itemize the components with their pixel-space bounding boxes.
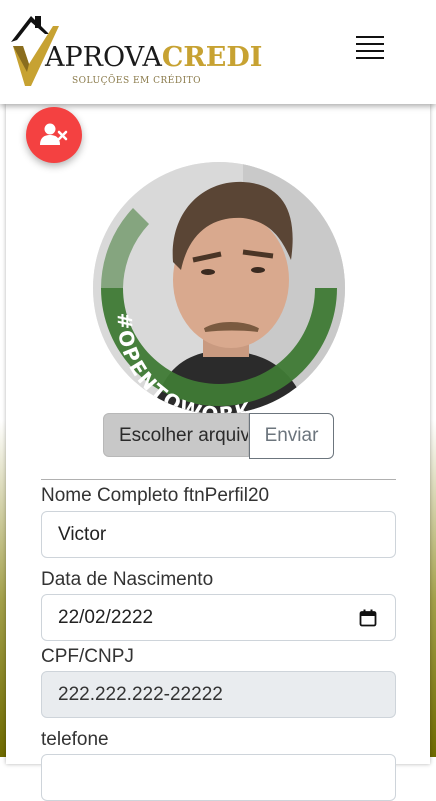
user-remove-icon <box>40 123 68 145</box>
calendar-icon[interactable] <box>359 609 377 627</box>
logo-wordmark: APROVACREDI <box>45 42 263 73</box>
profile-photo[interactable]: #OPENTOWORK <box>93 162 345 414</box>
birth-date-input[interactable]: 22/02/2222 <box>41 594 396 641</box>
cpf-cnpj-label: CPF/CNPJ <box>41 646 134 667</box>
send-button[interactable]: Enviar <box>249 413 334 459</box>
hamburger-menu-icon[interactable] <box>352 36 388 66</box>
choose-file-button[interactable]: Escolher arquivo <box>103 413 249 457</box>
birth-date-value: 22/02/2222 <box>58 607 154 628</box>
profile-photo-image: #OPENTOWORK <box>93 162 345 414</box>
logo-subtitle: SOLUÇÕES EM CRÉDITO <box>72 76 202 86</box>
phone-input[interactable] <box>41 754 396 801</box>
full-name-label: Nome Completo ftnPerfil20 <box>41 485 270 506</box>
remove-user-button[interactable] <box>26 107 82 163</box>
section-divider <box>41 479 396 480</box>
phone-label: telefone <box>41 729 109 750</box>
photo-upload-group: Escolher arquivo Enviar <box>103 413 334 459</box>
birth-date-label: Data de Nascimento <box>41 569 214 590</box>
aprovacredi-logo[interactable]: APROVACREDI SOLUÇÕES EM CRÉDITO <box>9 12 262 88</box>
full-name-input[interactable]: Victor <box>41 511 396 558</box>
top-header: APROVACREDI SOLUÇÕES EM CRÉDITO <box>0 0 436 104</box>
cpf-cnpj-input: 222.222.222-22222 <box>41 671 396 718</box>
